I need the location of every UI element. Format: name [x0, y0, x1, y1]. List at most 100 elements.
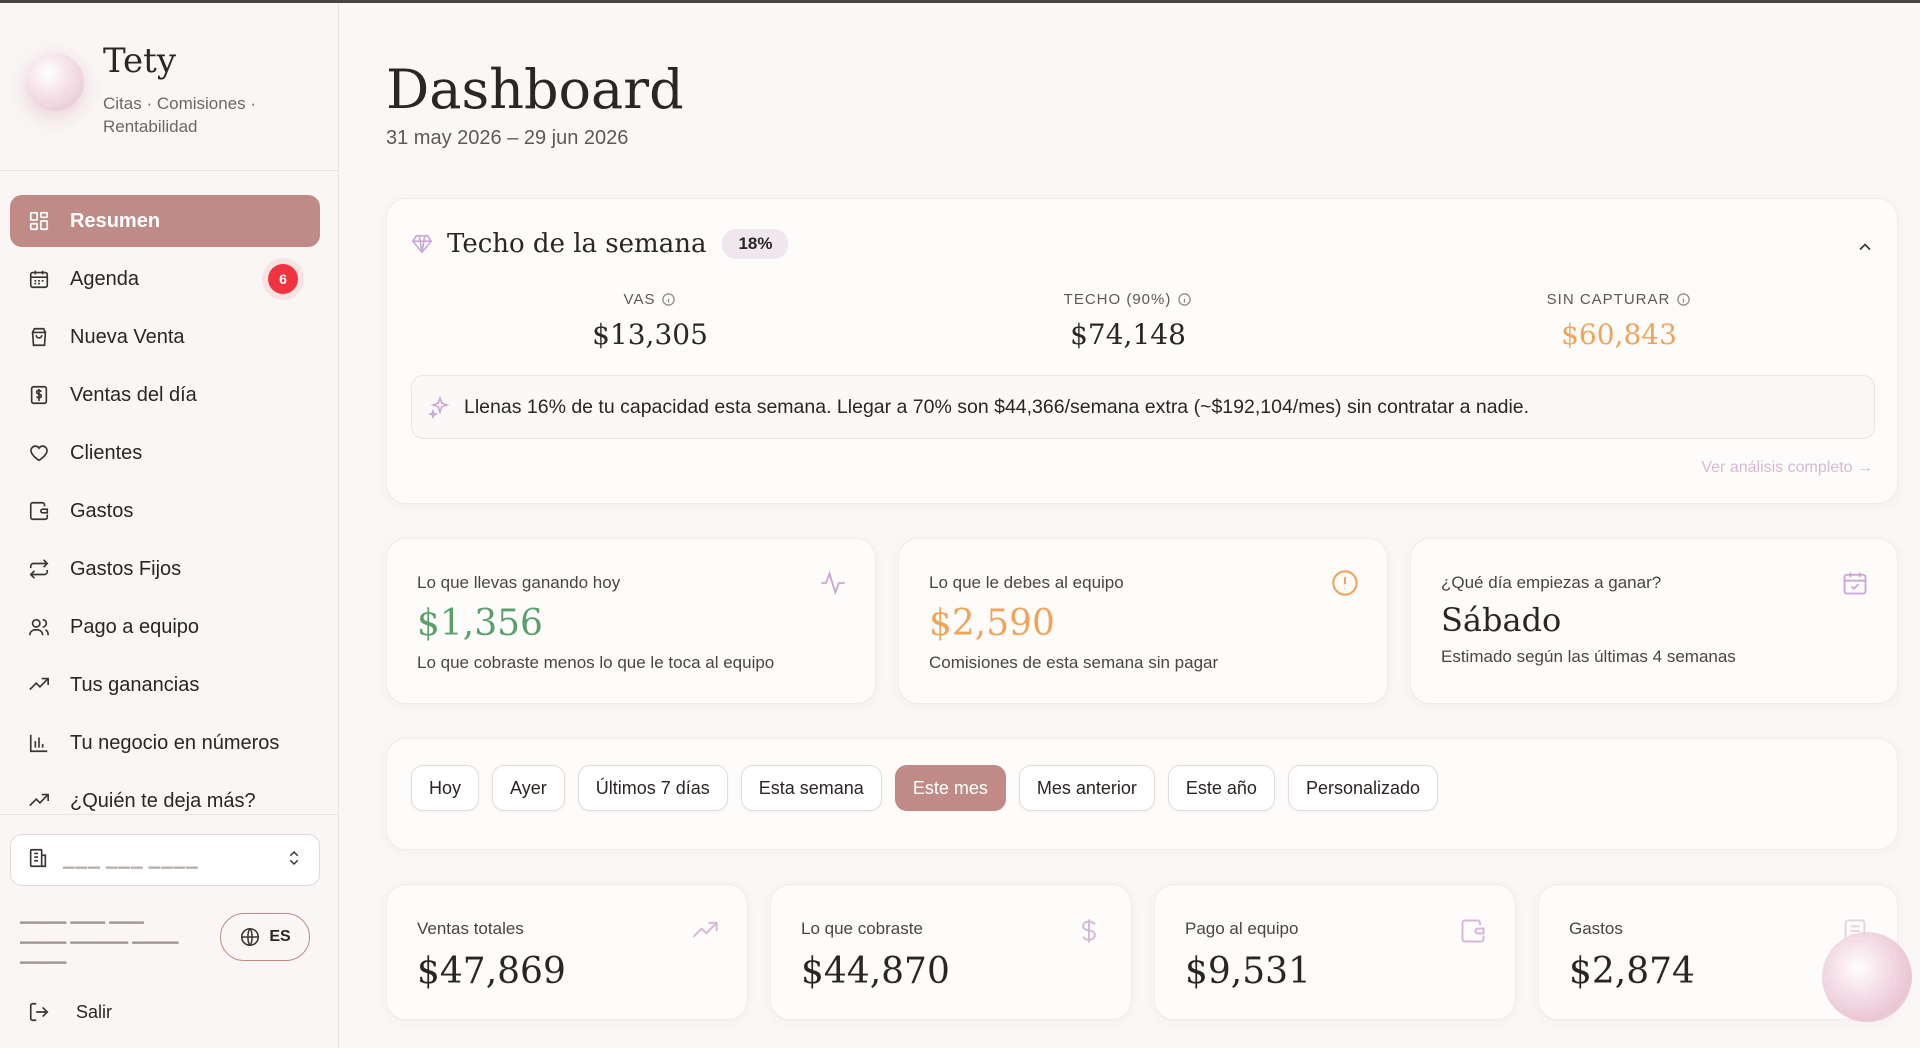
brand-name: Tety: [103, 41, 177, 81]
kpi-card-lo-que-cobraste: Lo que cobraste $44,870: [770, 884, 1132, 1020]
filter-personalizado[interactable]: Personalizado: [1287, 765, 1439, 811]
info-icon[interactable]: [1676, 292, 1691, 307]
filter-esta-semana[interactable]: Esta semana: [740, 765, 882, 811]
sidebar-item-label: Nueva Venta: [70, 325, 185, 348]
filter-hoy[interactable]: Hoy: [411, 765, 480, 811]
sidebar-item-resumen[interactable]: Resumen: [10, 195, 320, 247]
stat-subtitle: Lo que cobraste menos lo que le toca al …: [417, 653, 775, 672]
kpi-card-ventas-totales: Ventas totales $47,869: [386, 884, 748, 1020]
user-info-redacted: ▁▁▁▁ ▁▁▁ ▁▁▁ ▁▁▁▁ ▁▁▁▁▁ ▁▁▁▁ ▁▁▁▁: [20, 907, 179, 964]
sidebar-item-nueva-venta[interactable]: Nueva Venta: [10, 311, 320, 363]
kpi-label: Ventas totales: [417, 919, 524, 938]
dollar-icon: [1082, 919, 1096, 943]
sidebar-item-label: Tus ganancias: [70, 673, 200, 696]
sidebar-item-label: ¿Quién te deja más?: [70, 789, 256, 812]
sidebar-item-gastos[interactable]: Gastos: [10, 485, 320, 537]
branch-name-redacted: ▁▁▁ ▁▁▁ ▁▁▁▁: [63, 852, 199, 869]
sidebar-item-agenda[interactable]: Agenda 6: [10, 253, 320, 305]
kpi-value: $44,870: [801, 951, 950, 992]
date-range: 31 may 2026 – 29 jun 2026: [386, 127, 629, 149]
sidebar-item-quien-te-deja-mas[interactable]: ¿Quién te deja más?: [10, 775, 320, 827]
kpi-value: $2,874: [1569, 951, 1695, 992]
alert-circle-icon: [1332, 570, 1358, 596]
building-icon: [27, 847, 49, 874]
stat-card-dia-ganar: ¿Qué día empiezas a ganar? Sábado Estima…: [1410, 538, 1898, 704]
bar-chart-icon: [28, 732, 50, 754]
metric-label: VAS: [387, 291, 913, 308]
sidebar-item-label: Gastos Fijos: [70, 557, 182, 580]
stat-value: $1,356: [417, 603, 543, 644]
sidebar-item-pago-a-equipo[interactable]: Pago a equipo: [10, 601, 320, 653]
ver-analisis-link[interactable]: Ver análisis completo →: [1701, 459, 1873, 477]
kpi-label: Pago al equipo: [1185, 919, 1299, 938]
sidebar: Tety Citas · Comisiones · Rentabilidad R…: [0, 3, 339, 1048]
logout-icon: [29, 1002, 49, 1022]
receipt-dollar-icon: [28, 384, 50, 406]
sidebar-nav: Resumen Agenda 6 Nueva Venta Ventas del …: [10, 195, 320, 833]
sidebar-item-label: Ventas del día: [70, 383, 197, 406]
sidebar-item-label: Tu negocio en números: [70, 731, 280, 754]
metric-label-text: SIN CAPTURAR: [1546, 291, 1671, 308]
sidebar-item-label: Pago a equipo: [70, 615, 200, 638]
shopping-bag-icon: [28, 326, 50, 348]
techo-header: Techo de la semana 18%: [411, 229, 789, 259]
activity-icon: [821, 570, 845, 596]
chevron-up-icon[interactable]: [1855, 237, 1875, 257]
info-icon[interactable]: [661, 292, 676, 307]
sidebar-item-tu-negocio-en-numeros[interactable]: Tu negocio en números: [10, 717, 320, 769]
info-icon[interactable]: [1177, 292, 1192, 307]
sidebar-item-label: Resumen: [70, 209, 161, 232]
stat-card-ganando-hoy: Lo que llevas ganando hoy $1,356 Lo que …: [386, 538, 876, 704]
techo-percent-badge: 18%: [722, 229, 789, 259]
filter-ultimos-7-dias[interactable]: Últimos 7 días: [577, 765, 728, 811]
filter-este-mes[interactable]: Este mes: [894, 765, 1006, 811]
techo-semana-card: Techo de la semana 18% VAS $13,305 TECHO…: [386, 198, 1898, 504]
sidebar-item-ventas-del-dia[interactable]: Ventas del día: [10, 369, 320, 421]
stat-subtitle: Estimado según las últimas 4 semanas: [1441, 647, 1736, 666]
sidebar-item-label: Agenda: [70, 267, 139, 290]
logout-label: Salir: [76, 1001, 113, 1022]
filter-mes-anterior[interactable]: Mes anterior: [1018, 765, 1155, 811]
stat-label: Lo que llevas ganando hoy: [417, 573, 621, 592]
calendar-icon: [28, 268, 50, 290]
metric-label-text: VAS: [623, 291, 656, 308]
branch-selector[interactable]: ▁▁▁ ▁▁▁ ▁▁▁▁: [10, 834, 320, 886]
stat-label: ¿Qué día empiezas a ganar?: [1441, 573, 1662, 592]
sidebar-divider: [0, 814, 338, 815]
stat-value: Sábado: [1441, 601, 1562, 639]
wallet-icon: [28, 500, 50, 522]
metric-value: $60,843: [1561, 318, 1677, 351]
capacity-insight: Llenas 16% de tu capacidad esta semana. …: [411, 375, 1875, 439]
kpi-label: Gastos: [1569, 919, 1623, 938]
metric-value: $13,305: [592, 318, 708, 351]
sidebar-item-clientes[interactable]: Clientes: [10, 427, 320, 479]
trending-up-icon: [28, 674, 50, 696]
period-filters: Hoy Ayer Últimos 7 días Esta semana Este…: [411, 765, 1451, 811]
sidebar-item-gastos-fijos[interactable]: Gastos Fijos: [10, 543, 320, 595]
metric-techo: TECHO (90%) $74,148: [865, 291, 1391, 351]
stat-subtitle: Comisiones de esta semana sin pagar: [929, 653, 1219, 672]
stat-card-debes-equipo: Lo que le debes al equipo $2,590 Comisio…: [898, 538, 1388, 704]
kpi-value: $9,531: [1185, 951, 1311, 992]
metric-label-text: TECHO (90%): [1063, 291, 1172, 308]
stat-label: Lo que le debes al equipo: [929, 573, 1124, 592]
brand-header: Tety Citas · Comisiones · Rentabilidad: [0, 3, 338, 171]
filter-este-ano[interactable]: Este año: [1167, 765, 1275, 811]
diamond-icon: [411, 234, 433, 254]
heart-icon: [28, 442, 50, 464]
sidebar-item-tus-ganancias[interactable]: Tus ganancias: [10, 659, 320, 711]
assistant-orb-button[interactable]: [1822, 932, 1912, 1022]
metric-label: SIN CAPTURAR: [1356, 291, 1882, 308]
filter-ayer[interactable]: Ayer: [492, 765, 565, 811]
kpi-value: $47,869: [417, 951, 566, 992]
techo-title: Techo de la semana: [447, 229, 707, 259]
logout-button[interactable]: Salir: [28, 1001, 112, 1023]
metric-sin-capturar: SIN CAPTURAR $60,843: [1356, 291, 1882, 351]
kpi-label: Lo que cobraste: [801, 919, 923, 938]
sidebar-item-label: Gastos: [70, 499, 134, 522]
language-label: ES: [269, 928, 291, 945]
notification-badge: 6: [268, 264, 298, 294]
period-filter-card: Hoy Ayer Últimos 7 días Esta semana Este…: [386, 738, 1898, 850]
grid-icon: [28, 210, 50, 232]
language-button[interactable]: ES: [220, 913, 310, 961]
